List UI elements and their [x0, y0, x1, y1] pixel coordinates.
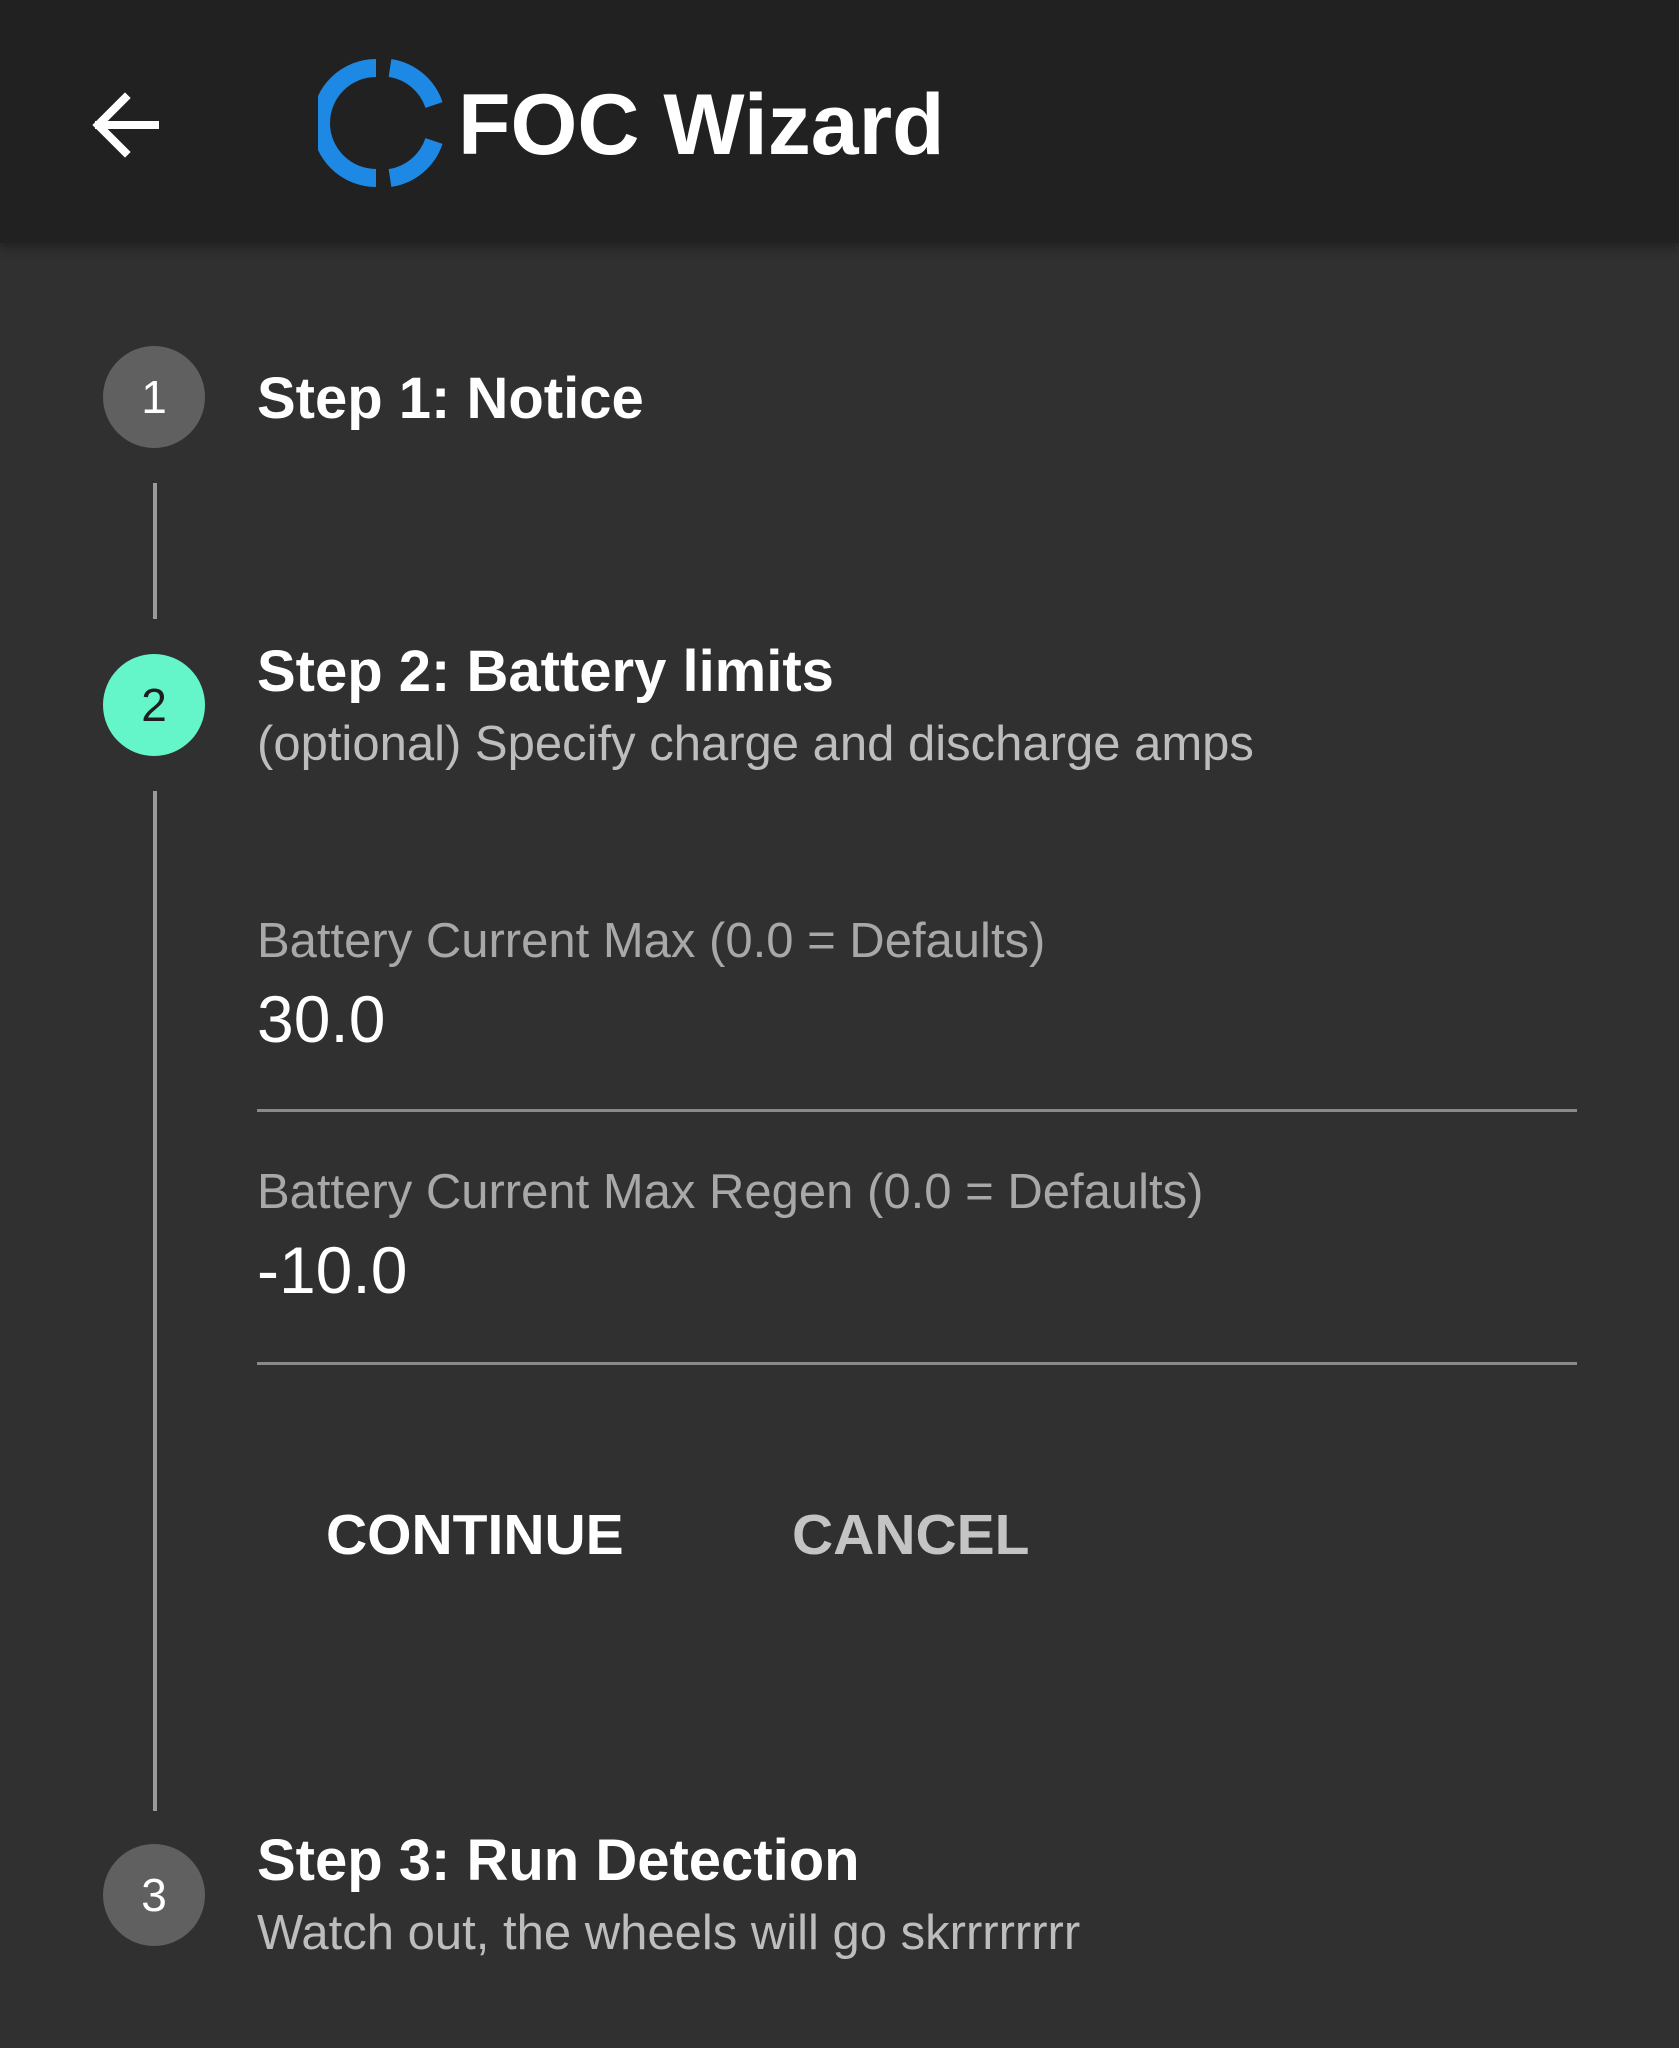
- app-toolbar: FOC Wizard: [0, 0, 1679, 243]
- battery-current-max-regen-label: Battery Current Max Regen (0.0 = Default…: [257, 1165, 1204, 1219]
- step-connector: [153, 791, 157, 1811]
- step-connector: [153, 483, 157, 619]
- battery-current-max-input[interactable]: [257, 979, 1577, 1059]
- back-button[interactable]: [70, 70, 180, 180]
- step-3-indicator[interactable]: 3: [103, 1844, 205, 1946]
- battery-current-max-label: Battery Current Max (0.0 = Defaults): [257, 914, 1046, 968]
- field-underline: [257, 1362, 1577, 1365]
- step-3-title[interactable]: Step 3: Run Detection: [257, 1826, 860, 1896]
- continue-button[interactable]: CONTINUE: [326, 1495, 624, 1575]
- arrow-left-icon: [92, 92, 159, 158]
- foc-ring-logo-icon: [318, 59, 443, 187]
- step-2-title[interactable]: Step 2: Battery limits: [257, 637, 834, 707]
- step-2-subtitle: (optional) Specify charge and discharge …: [257, 717, 1254, 771]
- step-3-subtitle: Watch out, the wheels will go skrrrrrrrr: [257, 1906, 1081, 1960]
- field-underline: [257, 1109, 1577, 1112]
- cancel-button[interactable]: CANCEL: [792, 1495, 1030, 1575]
- step-2-indicator[interactable]: 2: [103, 654, 205, 756]
- battery-current-max-regen-input[interactable]: [257, 1230, 1577, 1310]
- page-title: FOC Wizard: [458, 77, 945, 173]
- step-1-indicator[interactable]: 1: [103, 346, 205, 448]
- step-1-title[interactable]: Step 1: Notice: [257, 364, 644, 434]
